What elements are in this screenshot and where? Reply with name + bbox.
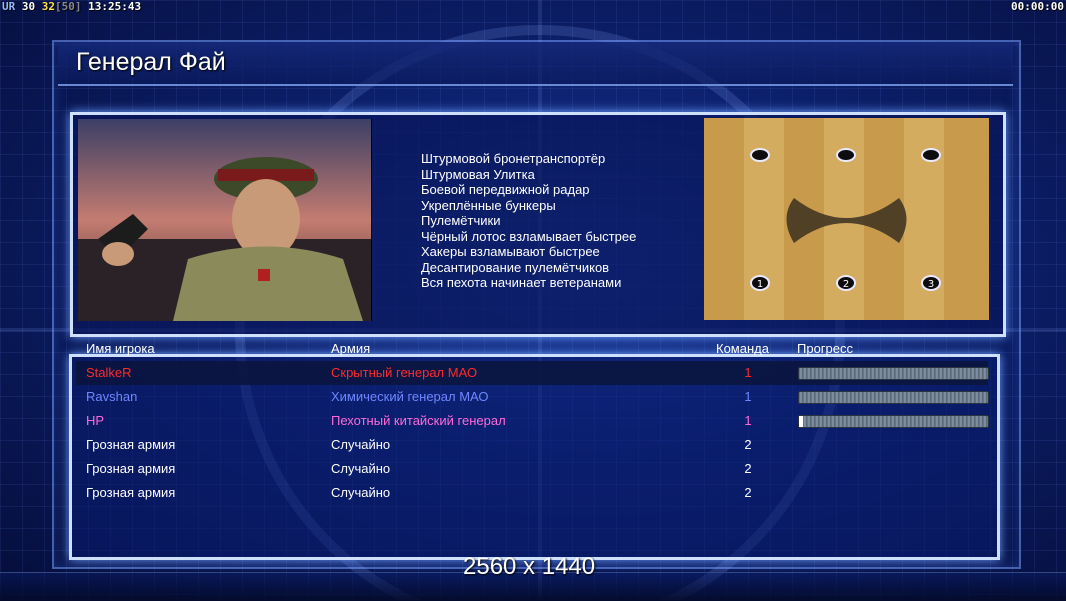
- player-name: StalkeR: [86, 365, 132, 380]
- player-army: Химический генерал МАО: [331, 389, 489, 404]
- header-progress: Прогресс: [797, 341, 854, 356]
- perk-item: Чёрный лотос взламывает быстрее: [421, 228, 637, 244]
- perk-item: Боевой передвижной радар: [421, 182, 590, 197]
- player-team: 2: [744, 461, 752, 476]
- hud-ur-label: UR: [2, 0, 16, 13]
- player-row[interactable]: Грозная армия Случайно 2: [0, 485, 1066, 505]
- player-row[interactable]: Грозная армия Случайно 2: [0, 461, 1066, 481]
- general-title: Генерал Фай: [76, 48, 226, 76]
- perk-item: Штурмовой бронетранспортёр: [421, 151, 606, 166]
- general-portrait-image: [78, 119, 371, 321]
- player-row[interactable]: HP Пехотный китайский генерал 1: [0, 413, 1066, 433]
- minimap-start-label-1: 1: [757, 279, 763, 290]
- perk-item: Пулемётчики: [421, 213, 501, 228]
- minimap-base-marker: [921, 148, 941, 162]
- player-name: Грозная армия: [86, 485, 176, 500]
- perk-item: Хакеры взламывают быстрее: [421, 244, 600, 259]
- player-row[interactable]: StalkeR Скрытный генерал МАО 1: [0, 365, 1066, 385]
- minimap-terrain: 1 2 3: [704, 118, 989, 320]
- player-team: 1: [744, 365, 752, 380]
- player-team: 2: [744, 437, 752, 452]
- perk-item: Десантирование пулемётчиков: [421, 259, 610, 275]
- hud-fps-target: 32: [41, 0, 55, 13]
- perk-item: Укреплённые бункеры: [421, 197, 556, 213]
- header-player-name: Имя игрока: [86, 341, 155, 356]
- hud-fps-current: 30: [21, 0, 36, 13]
- player-progress-bar: [798, 415, 989, 428]
- minimap-base-marker: [750, 148, 770, 162]
- player-row[interactable]: Ravshan Химический генерал МАО 1: [0, 389, 1066, 409]
- perk-item: Штурмовая Улитка: [421, 166, 535, 182]
- player-team: 1: [744, 389, 752, 404]
- minimap-start-label-2: 2: [843, 279, 849, 290]
- player-team: 2: [744, 485, 752, 500]
- header-team: Команда: [716, 341, 769, 356]
- player-name: Грозная армия: [86, 461, 176, 476]
- player-army: Пехотный китайский генерал: [331, 413, 506, 428]
- player-row[interactable]: Грозная армия Случайно 2: [0, 437, 1066, 457]
- resolution-label: 2560 x 1440: [463, 553, 596, 580]
- hud-fps: UR 30 32[50] 13:25:43: [2, 0, 141, 13]
- minimap-base-marker: [836, 148, 856, 162]
- hud-timer: 00:00:00: [1011, 0, 1064, 13]
- perk-item: Вся пехота начинает ветеранами: [421, 275, 622, 290]
- player-progress-bar: [798, 391, 989, 404]
- player-name: Ravshan: [86, 389, 138, 404]
- player-name: Грозная армия: [86, 437, 176, 452]
- player-team: 1: [744, 413, 752, 428]
- player-army: Случайно: [331, 461, 391, 476]
- general-perks-list: Штурмовой бронетранспортёр Штурмовая Ули…: [421, 151, 636, 291]
- header-army: Армия: [331, 341, 371, 356]
- player-army: Случайно: [331, 437, 391, 452]
- player-name: HP: [86, 413, 105, 428]
- player-progress-fill: [799, 416, 803, 427]
- general-portrait: [78, 119, 372, 321]
- player-army: Случайно: [331, 485, 391, 500]
- player-army: Скрытный генерал МАО: [331, 365, 478, 380]
- hud-fps-cap: [50]: [55, 0, 82, 13]
- minimap[interactable]: 1 2 3: [704, 118, 989, 320]
- player-progress-bar: [798, 367, 989, 380]
- minimap-start-label-3: 3: [928, 279, 934, 290]
- hud-clock: 13:25:43: [88, 0, 142, 13]
